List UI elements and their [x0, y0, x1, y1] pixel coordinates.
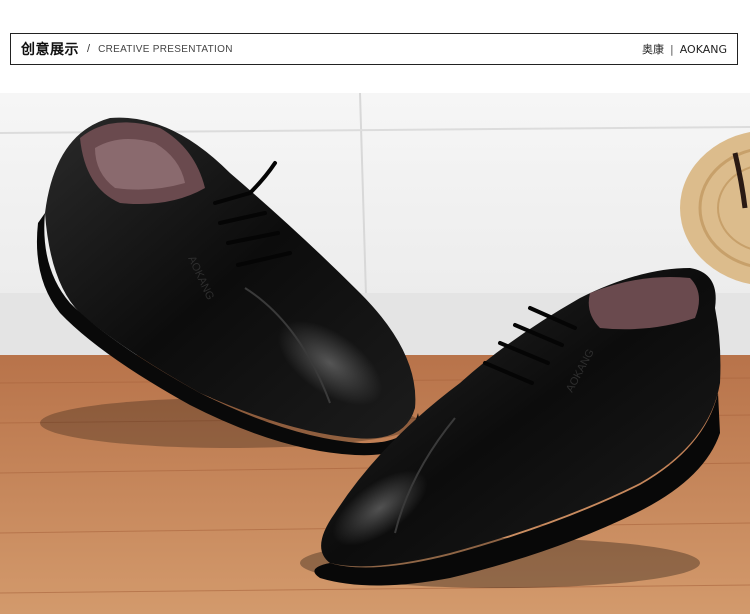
section-title-en: CREATIVE PRESENTATION — [98, 43, 233, 55]
brand-divider: | — [669, 42, 674, 56]
section-header: 创意展示 / CREATIVE PRESENTATION 奥康 | AOKANG — [10, 33, 738, 65]
shoes-illustration: AOKANG AOKANG — [0, 93, 750, 614]
section-title-group: 创意展示 / CREATIVE PRESENTATION — [21, 34, 233, 64]
brand-name-en: AOKANG — [679, 42, 727, 56]
brand-name-cn: 奥康 — [641, 43, 664, 56]
title-separator: / — [87, 43, 91, 55]
brand-label: 奥康 | AOKANG — [642, 34, 727, 64]
product-photo: AOKANG AOKANG — [0, 93, 750, 614]
section-title-cn: 创意展示 — [21, 42, 79, 58]
